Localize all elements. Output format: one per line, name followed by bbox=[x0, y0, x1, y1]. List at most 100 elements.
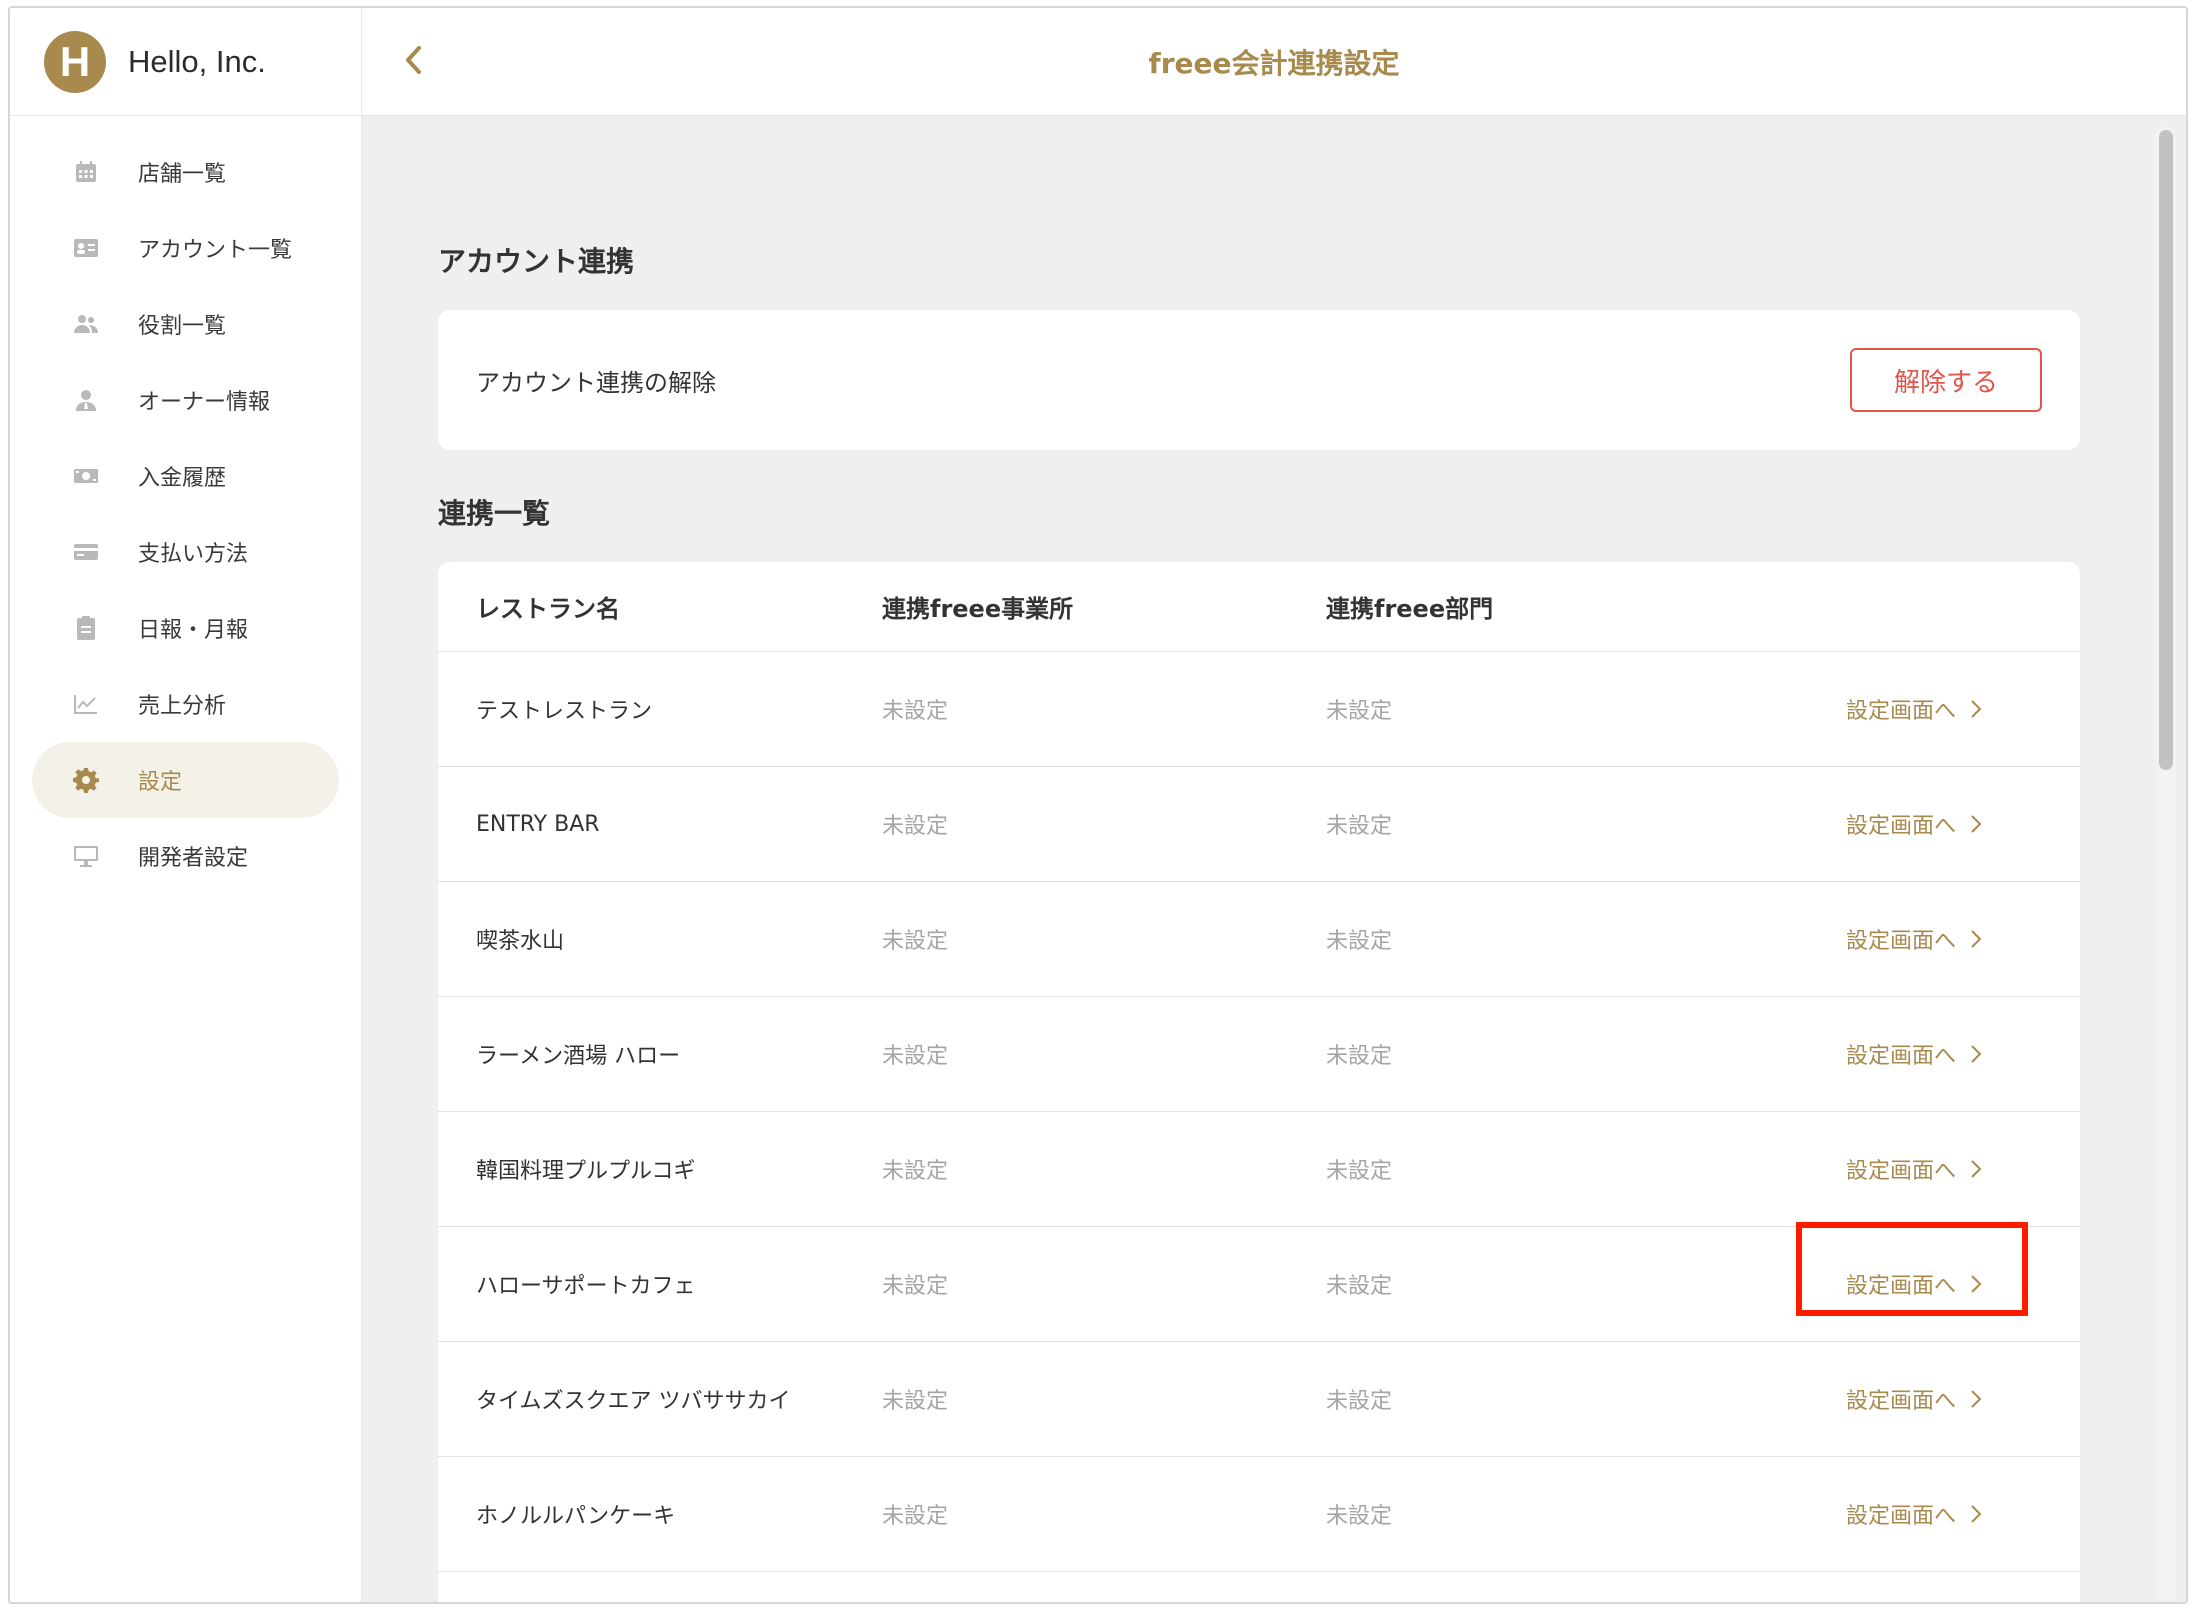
main-area: freee会計連携設定 アカウント連携 アカウント連携の解除 解除する 連携一覧… bbox=[362, 8, 2186, 1602]
settings-link[interactable]: 設定画面へ bbox=[1846, 1498, 1982, 1530]
gear-icon bbox=[72, 766, 100, 794]
sidebar-item-developer[interactable]: 開発者設定 bbox=[32, 818, 339, 894]
restaurant-name: 韓国料理プルプルコギ bbox=[476, 1159, 696, 1184]
back-button[interactable] bbox=[394, 42, 434, 82]
table-row: テストレストラン 未設定 未設定 設定画面へ bbox=[438, 652, 2080, 767]
unlink-button[interactable]: 解除する bbox=[1850, 348, 2042, 412]
sidebar-item-deposits[interactable]: 入金履歴 bbox=[32, 438, 339, 514]
office-value: 未設定 bbox=[882, 1389, 949, 1414]
department-value: 未設定 bbox=[1326, 1044, 1393, 1069]
office-value: 未設定 bbox=[882, 814, 949, 839]
table-row: タイムズスクエア ツバササカイ 未設定 未設定 設定画面へ bbox=[438, 1342, 2080, 1457]
office-value: 未設定 bbox=[882, 1159, 949, 1184]
column-header-department: 連携freee部門 bbox=[1326, 595, 1494, 623]
highlight-box bbox=[1795, 1222, 2028, 1316]
integration-table: レストラン名 連携freee事業所 連携freee部門 テストレストラン 未設定… bbox=[438, 562, 2080, 1602]
id-card-icon bbox=[72, 234, 100, 262]
sidebar-item-label: 役割一覧 bbox=[138, 314, 227, 339]
sidebar-item-label: 支払い方法 bbox=[138, 542, 249, 567]
table-row-partial bbox=[438, 1572, 2080, 1602]
settings-link[interactable]: 設定画面へ bbox=[1795, 1222, 2028, 1316]
department-value: 未設定 bbox=[1326, 1159, 1393, 1184]
chevron-right-icon bbox=[1970, 1504, 1982, 1524]
chevron-right-icon bbox=[1970, 1044, 1982, 1064]
sidebar-item-label: 店舗一覧 bbox=[138, 162, 227, 187]
monitor-icon bbox=[72, 842, 100, 870]
settings-link-label: 設定画面へ bbox=[1845, 1159, 1956, 1184]
department-value: 未設定 bbox=[1326, 1504, 1393, 1529]
office-value: 未設定 bbox=[882, 1044, 949, 1069]
sidebar-item-label: オーナー情報 bbox=[138, 390, 271, 415]
settings-link-label: 設定画面へ bbox=[1845, 1504, 1956, 1529]
restaurant-name: 喫茶水山 bbox=[476, 929, 565, 954]
sidebar-item-accounts[interactable]: アカウント一覧 bbox=[32, 210, 339, 286]
restaurant-name: ラーメン酒場 ハロー bbox=[476, 1044, 681, 1069]
unlink-card: アカウント連携の解除 解除する bbox=[438, 310, 2080, 450]
restaurant-name: ハローサポートカフェ bbox=[476, 1274, 696, 1299]
sidebar-item-payment-method[interactable]: 支払い方法 bbox=[32, 514, 339, 590]
department-value: 未設定 bbox=[1326, 814, 1393, 839]
content: アカウント連携 アカウント連携の解除 解除する 連携一覧 レストラン名 連携fr… bbox=[438, 116, 2080, 1602]
money-icon bbox=[72, 462, 100, 490]
chevron-right-icon bbox=[1970, 1159, 1982, 1179]
settings-link-label: 設定画面へ bbox=[1845, 1044, 1956, 1069]
sidebar-item-label: 日報・月報 bbox=[138, 618, 249, 643]
credit-card-icon bbox=[72, 538, 100, 566]
settings-link[interactable]: 設定画面へ bbox=[1846, 1153, 1982, 1185]
settings-link[interactable]: 設定画面へ bbox=[1846, 693, 1982, 725]
office-value: 未設定 bbox=[882, 1274, 949, 1299]
company-avatar: H bbox=[44, 30, 106, 93]
table-row: 喫茶水山 未設定 未設定 設定画面へ bbox=[438, 882, 2080, 997]
settings-link[interactable]: 設定画面へ bbox=[1846, 1038, 1982, 1070]
sidebar-item-sales-analysis[interactable]: 売上分析 bbox=[32, 666, 339, 742]
brand-header: H Hello, Inc. bbox=[10, 8, 361, 116]
sidebar-item-label: 設定 bbox=[138, 770, 183, 795]
sidebar-item-label: アカウント一覧 bbox=[138, 238, 293, 263]
table-header: レストラン名 連携freee事業所 連携freee部門 bbox=[438, 562, 2080, 652]
settings-link-label: 設定画面へ bbox=[1845, 814, 1956, 839]
sidebar-item-label: 開発者設定 bbox=[138, 846, 249, 871]
chevron-right-icon bbox=[1970, 814, 1982, 834]
top-bar: freee会計連携設定 bbox=[362, 8, 2186, 116]
chevron-left-icon bbox=[403, 45, 425, 79]
page-title: freee会計連携設定 bbox=[1148, 46, 1400, 80]
table-row: ホノルルパンケーキ 未設定 未設定 設定画面へ bbox=[438, 1457, 2080, 1572]
settings-link[interactable]: 設定画面へ bbox=[1846, 808, 1982, 840]
column-header-office: 連携freee事業所 bbox=[882, 595, 1074, 623]
sidebar: H Hello, Inc. 店舗一覧 アカウント一覧 役割一覧 オーナー情報 入… bbox=[10, 8, 362, 1602]
chevron-right-icon bbox=[1970, 1389, 1982, 1409]
account-section-title: アカウント連携 bbox=[438, 245, 635, 278]
settings-link[interactable]: 設定画面へ bbox=[1846, 923, 1982, 955]
users-icon bbox=[72, 310, 100, 338]
office-value: 未設定 bbox=[882, 929, 949, 954]
line-chart-icon bbox=[72, 690, 100, 718]
sidebar-nav: 店舗一覧 アカウント一覧 役割一覧 オーナー情報 入金履歴 支払い方法 日報・月… bbox=[10, 116, 361, 894]
scrollbar-thumb[interactable] bbox=[2159, 130, 2173, 770]
list-section-title: 連携一覧 bbox=[438, 497, 551, 530]
settings-link[interactable]: 設定画面へ bbox=[1846, 1383, 1982, 1415]
office-value: 未設定 bbox=[882, 699, 949, 724]
sidebar-item-stores[interactable]: 店舗一覧 bbox=[32, 134, 339, 210]
sidebar-item-settings[interactable]: 設定 bbox=[32, 742, 339, 818]
settings-link-label: 設定画面へ bbox=[1845, 699, 1956, 724]
table-row: ラーメン酒場 ハロー 未設定 未設定 設定画面へ bbox=[438, 997, 2080, 1112]
chevron-right-icon bbox=[1970, 699, 1982, 719]
restaurant-name: ENTRY BAR bbox=[476, 811, 600, 837]
department-value: 未設定 bbox=[1326, 1389, 1393, 1414]
department-value: 未設定 bbox=[1326, 699, 1393, 724]
restaurant-name: タイムズスクエア ツバササカイ bbox=[476, 1389, 791, 1414]
app-window: H Hello, Inc. 店舗一覧 アカウント一覧 役割一覧 オーナー情報 入… bbox=[8, 6, 2188, 1604]
table-row: ENTRY BAR 未設定 未設定 設定画面へ bbox=[438, 767, 2080, 882]
sidebar-item-label: 売上分析 bbox=[138, 694, 227, 719]
settings-link-label: 設定画面へ bbox=[1845, 929, 1956, 954]
sidebar-item-reports[interactable]: 日報・月報 bbox=[32, 590, 339, 666]
table-row: ハローサポートカフェ 未設定 未設定 設定画面へ bbox=[438, 1222, 2080, 1342]
restaurant-name: ホノルルパンケーキ bbox=[476, 1504, 676, 1529]
sidebar-item-roles[interactable]: 役割一覧 bbox=[32, 286, 339, 362]
owner-icon bbox=[72, 386, 100, 414]
unlink-label: アカウント連携の解除 bbox=[476, 368, 716, 397]
sidebar-item-owner[interactable]: オーナー情報 bbox=[32, 362, 339, 438]
restaurant-name: テストレストラン bbox=[476, 699, 653, 724]
settings-link-label: 設定画面へ bbox=[1845, 1389, 1956, 1414]
chevron-right-icon bbox=[1970, 929, 1982, 949]
